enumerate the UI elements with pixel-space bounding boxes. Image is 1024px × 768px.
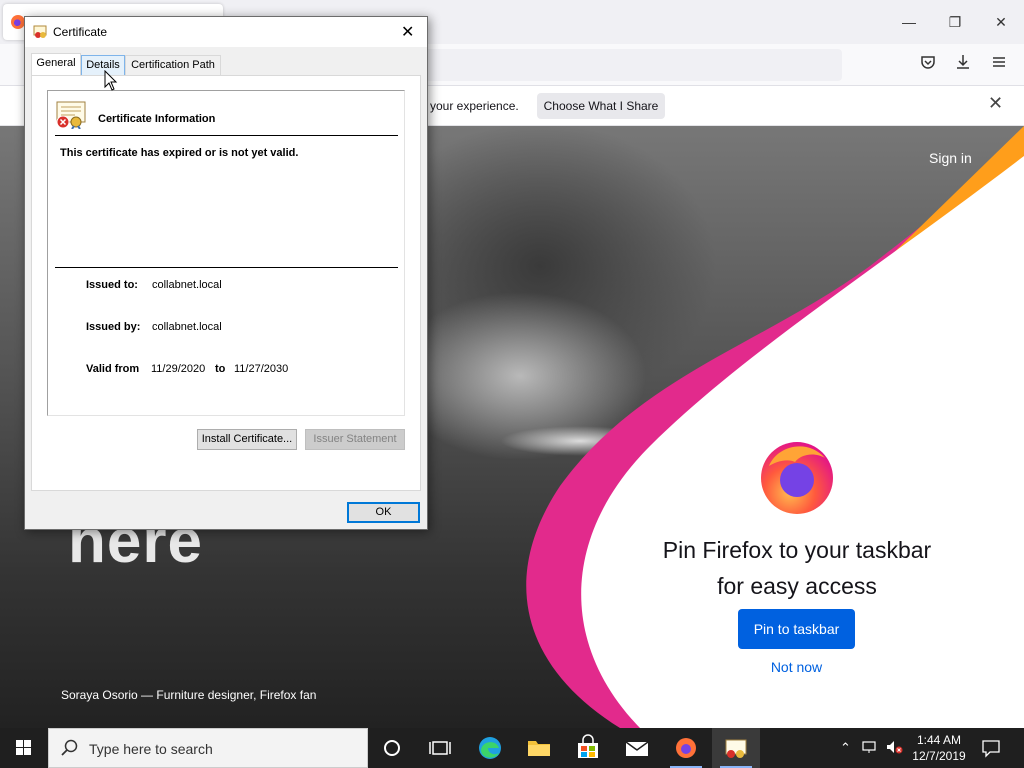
not-now-link[interactable]: Not now	[738, 659, 855, 675]
clock-date: 12/7/2019	[912, 749, 966, 763]
ok-button[interactable]: OK	[347, 502, 420, 523]
tab-general[interactable]: General	[31, 53, 81, 75]
valid-to-label: to	[215, 363, 226, 375]
issued-to-value: collabnet.local	[152, 279, 222, 291]
network-icon[interactable]	[862, 740, 878, 757]
issued-to-label: Issued to:	[86, 279, 138, 291]
notification-close-icon[interactable]: ✕	[988, 93, 1003, 114]
downloads-icon[interactable]	[952, 54, 974, 76]
pin-title-line2: for easy access	[717, 573, 877, 599]
issuer-statement-button[interactable]: Issuer Statement	[305, 429, 405, 450]
clock-time: 1:44 AM	[916, 733, 962, 747]
valid-to-value: 11/27/2030	[234, 363, 289, 375]
valid-from-value: 11/29/2020	[151, 363, 206, 375]
cortana-icon[interactable]	[368, 728, 416, 768]
sign-in-link[interactable]: Sign in	[929, 150, 972, 166]
certificate-dialog: Certificate ✕ General Details Certificat…	[24, 16, 428, 530]
minimize-icon[interactable]: —	[897, 10, 921, 34]
issued-by-label: Issued by:	[86, 321, 141, 333]
tab-certification-path[interactable]: Certification Path	[125, 55, 221, 75]
pocket-icon[interactable]	[917, 54, 939, 76]
tab-details[interactable]: Details	[81, 55, 125, 75]
notification-text: your experience.	[430, 99, 519, 113]
install-certificate-button[interactable]: Install Certificate...	[197, 429, 297, 450]
certificate-info-heading: Certificate Information	[98, 113, 216, 125]
certificate-icon	[33, 25, 47, 38]
certificate-info-frame: Certificate Information This certificate…	[47, 90, 405, 416]
restore-icon[interactable]: ❐	[943, 10, 967, 34]
choose-what-i-share-button[interactable]: Choose What I Share	[537, 93, 665, 119]
firefox-taskbar-icon[interactable]	[662, 728, 710, 768]
system-clock[interactable]: 1:44 AM 12/7/2019	[904, 732, 974, 764]
issued-by-value: collabnet.local	[152, 321, 222, 333]
show-hidden-icons-icon[interactable]: ⌃	[840, 740, 851, 756]
dialog-title: Certificate	[53, 25, 108, 39]
edge-icon[interactable]	[466, 728, 514, 768]
search-placeholder: Type here to search	[89, 741, 213, 757]
firefox-logo-icon	[761, 442, 833, 514]
mail-icon[interactable]	[613, 728, 661, 768]
photo-credit: Soraya Osorio — Furniture designer, Fire…	[61, 688, 317, 702]
valid-from-label: Valid from	[86, 363, 140, 375]
dialog-titlebar[interactable]: Certificate ✕	[25, 17, 427, 47]
start-button[interactable]	[0, 728, 48, 768]
file-explorer-icon[interactable]	[515, 728, 563, 768]
divider	[55, 267, 398, 268]
search-icon	[61, 739, 78, 756]
taskbar: Type here to search ⌃ 1:44 AM 12/7/2019	[0, 728, 1024, 768]
store-icon[interactable]	[564, 728, 612, 768]
dialog-close-icon[interactable]: ✕	[401, 22, 414, 42]
pin-to-taskbar-button[interactable]: Pin to taskbar	[738, 609, 855, 649]
action-center-icon[interactable]	[980, 738, 1002, 758]
volume-muted-icon[interactable]	[886, 740, 904, 757]
url-bar[interactable]	[420, 49, 842, 81]
mouse-cursor-icon	[104, 70, 118, 91]
menu-icon[interactable]	[988, 54, 1010, 76]
divider	[55, 135, 398, 136]
task-view-icon[interactable]	[416, 728, 464, 768]
taskbar-search-box[interactable]: Type here to search	[48, 728, 368, 768]
pin-title-line1: Pin Firefox to your taskbar	[662, 537, 932, 563]
window-close-icon[interactable]: ✕	[989, 10, 1013, 34]
general-tab-panel: Certificate Information This certificate…	[31, 75, 421, 491]
windows-logo-icon	[16, 740, 31, 755]
pin-title: Pin Firefox to your taskbar for easy acc…	[640, 532, 954, 604]
certificate-taskbar-icon[interactable]	[712, 728, 760, 768]
firefox-favicon-icon	[11, 15, 25, 29]
certificate-warning: This certificate has expired or is not y…	[60, 147, 299, 159]
certificate-error-icon	[56, 101, 86, 129]
